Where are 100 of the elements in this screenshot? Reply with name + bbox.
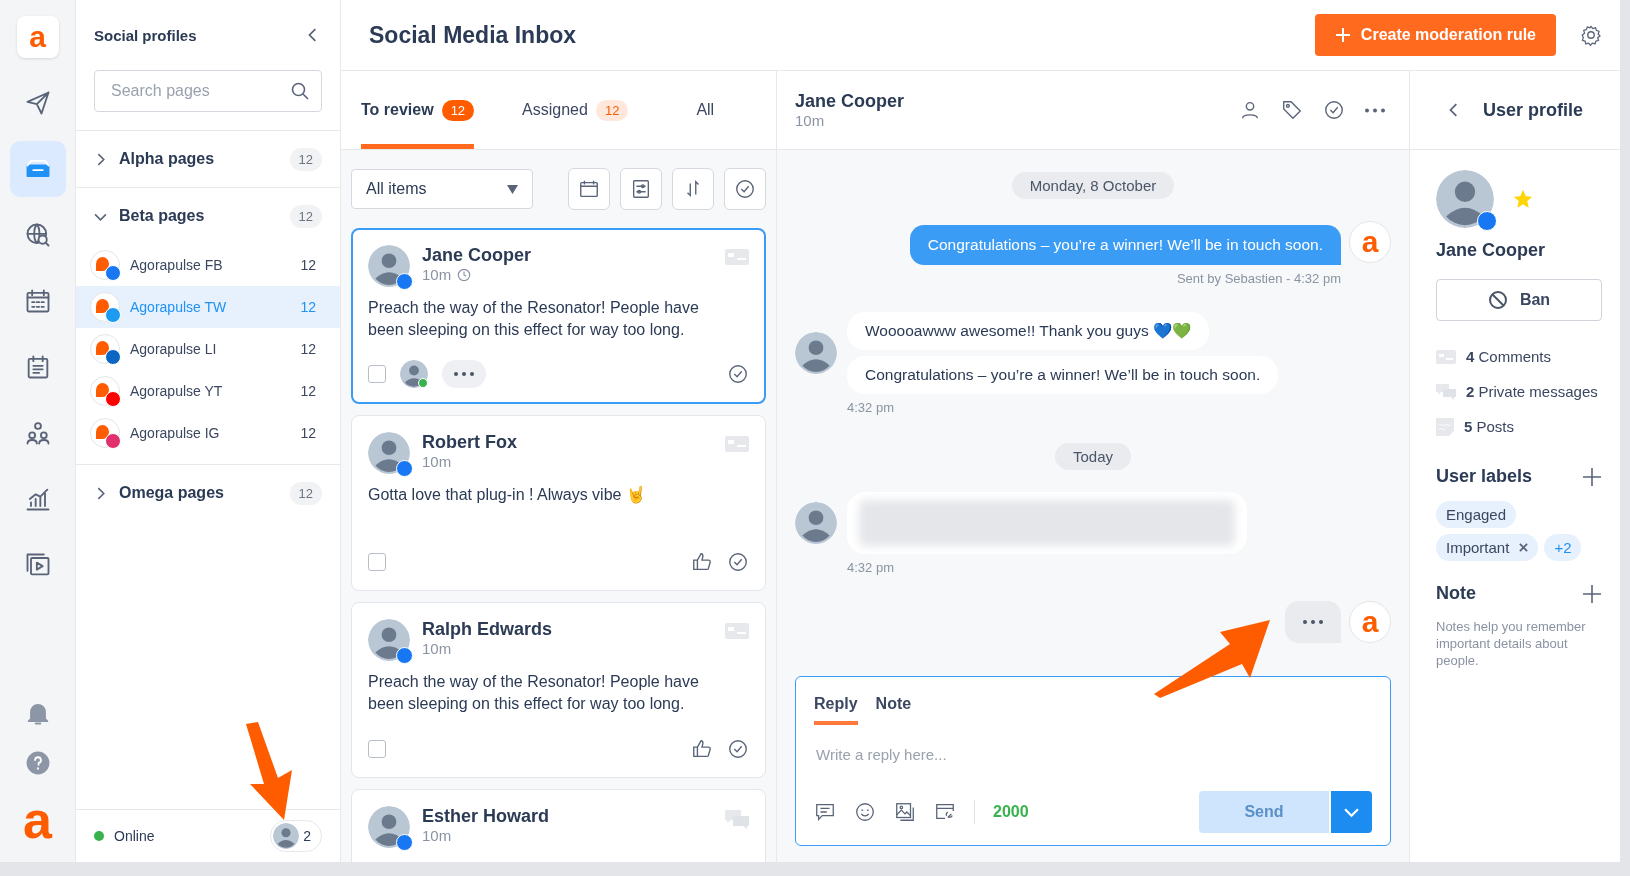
panel-title: Social profiles	[94, 26, 197, 44]
checkbox[interactable]	[368, 740, 386, 758]
note-hint: Notes help you remember important details about people.	[1436, 618, 1587, 669]
message-time: 4:32 pm	[847, 560, 894, 575]
message-meta: Sent by Sebastien - 4:32 pm	[1176, 271, 1341, 286]
page-item[interactable]: Agorapulse LI 12	[76, 328, 340, 370]
user-name: Jane Cooper	[1436, 240, 1547, 261]
author-name: Jane Cooper	[422, 245, 533, 266]
status-label: Online	[114, 828, 156, 844]
date-separator: Monday, 8 October	[1011, 172, 1175, 199]
page-avatar-icon	[90, 250, 120, 280]
post-card[interactable]: Ralph Edwards 10m Preach the way of the Resonator! People have been sleeping on this effect for way too long.	[351, 602, 766, 778]
remove-icon[interactable]	[1519, 543, 1529, 552]
post-text: Preach the way of the Resonator! People have been sleeping on this effect for way too long.	[368, 298, 700, 340]
tab[interactable]: All	[696, 71, 715, 149]
star-icon[interactable]	[1512, 188, 1534, 210]
saved-replies-icon[interactable]	[814, 801, 836, 823]
image-icon[interactable]	[894, 801, 916, 823]
search-field[interactable]: Search pages	[94, 70, 322, 112]
author-name: Robert Fox	[422, 432, 518, 453]
avatar-placeholder	[795, 501, 837, 544]
tab[interactable]: Assigned 12	[522, 71, 629, 149]
more-icon[interactable]	[1365, 107, 1385, 113]
section-title: Note	[1436, 583, 1476, 604]
caret-icon[interactable]	[507, 184, 518, 194]
post-card[interactable]: Esther Howard 10m	[351, 789, 766, 862]
check-circle-icon[interactable]	[1323, 99, 1345, 121]
filter-settings-icon[interactable]	[620, 168, 662, 210]
facebook-badge-icon	[396, 647, 413, 664]
post-time: 10m	[422, 827, 452, 844]
checkbox[interactable]	[368, 553, 386, 571]
stat-count: 5 Posts	[1464, 418, 1515, 435]
sent-message: Congratulations – you’re a winner! We’ll be in touch soon.	[909, 225, 1341, 265]
group-header[interactable]: Omega pages 12	[76, 465, 340, 521]
chat-bubbles-icon	[1436, 383, 1456, 400]
settings-icon[interactable]	[1580, 24, 1602, 46]
panel-title: User profile	[1483, 99, 1583, 121]
page-item[interactable]: Agorapulse YT 12	[76, 370, 340, 412]
filter-dropdown[interactable]: All items	[351, 169, 533, 209]
message-time: 4:32 pm	[847, 400, 894, 415]
group-header[interactable]: Beta pages 12	[76, 188, 340, 244]
page-avatar-icon	[90, 418, 120, 448]
check-circle-icon[interactable]	[727, 363, 749, 385]
avatar-placeholder	[795, 331, 837, 374]
avatar-placeholder	[1436, 170, 1494, 228]
received-message: Wooooawww awesome!! Thank you guys 💙💚	[847, 312, 1210, 350]
more-icon[interactable]	[442, 360, 486, 388]
comment-type-icon	[725, 623, 749, 639]
post-time: 10m	[422, 453, 452, 470]
group-header[interactable]: Alpha pages 12	[76, 131, 340, 187]
user-icon[interactable]	[1239, 99, 1261, 121]
add-icon[interactable]	[1582, 583, 1602, 604]
plus-icon	[1334, 27, 1351, 43]
user-label[interactable]: Important	[1436, 534, 1539, 561]
send-options-icon[interactable]	[1330, 791, 1372, 833]
section-title: User labels	[1436, 466, 1533, 487]
contact-time: 10m	[795, 112, 826, 129]
author-name: Ralph Edwards	[422, 619, 554, 640]
character-counter: 2000	[993, 803, 1029, 821]
post-card[interactable]: Robert Fox 10m Gotta love that plug-in ! Always vibe 🤘	[351, 415, 766, 591]
tab[interactable]: To review 12	[361, 71, 475, 149]
brand-avatar: a	[1349, 601, 1391, 643]
add-icon[interactable]	[1582, 466, 1602, 487]
facebook-badge-icon	[1477, 211, 1497, 231]
nav-item[interactable]	[9, 141, 66, 197]
facebook-badge-icon	[396, 273, 413, 290]
comment-type-icon	[725, 249, 749, 265]
stat-count: 4 Comments	[1466, 348, 1552, 365]
contact-name: Jane Cooper	[795, 91, 906, 112]
post-time: 10m	[422, 266, 452, 283]
user-label[interactable]: Engaged	[1436, 501, 1517, 528]
page-avatar-icon	[90, 376, 120, 406]
date-separator: Today	[1055, 443, 1131, 470]
search-icon[interactable]	[290, 81, 310, 101]
checkbox[interactable]	[368, 365, 386, 383]
calendar-icon[interactable]	[568, 168, 610, 210]
thumbs-up-icon[interactable]	[691, 738, 713, 760]
avatar-placeholder	[273, 823, 300, 849]
online-status-dot	[418, 378, 428, 388]
tag-icon[interactable]	[1281, 99, 1303, 121]
post-time: 10m	[422, 640, 452, 657]
chat-bubbles-icon	[725, 810, 749, 830]
ban-button[interactable]: Ban	[1436, 279, 1602, 321]
page-item[interactable]: Agorapulse IG 12	[76, 412, 340, 454]
check-circle-icon[interactable]	[727, 738, 749, 760]
check-circle-icon[interactable]	[727, 551, 749, 573]
composer-tab[interactable]: Note	[875, 695, 912, 725]
page-item[interactable]: Agorapulse FB 12	[76, 244, 340, 286]
page-avatar-icon	[90, 292, 120, 322]
brand-avatar: a	[1349, 221, 1391, 263]
received-message: Congratulations – you’re a winner! We’ll be in touch soon.	[847, 356, 1279, 394]
thumbs-up-icon[interactable]	[691, 551, 713, 573]
typing-indicator	[1285, 601, 1341, 643]
author-name: Esther Howard	[422, 806, 551, 827]
comment-icon	[1436, 349, 1456, 364]
post-text: Preach the way of the Resonator! People have been sleeping on this effect for way too long.	[368, 672, 700, 714]
post-card[interactable]: Jane Cooper 10m Preach the way of the Resonator! People have been sleeping on this effect for way too long.	[351, 228, 766, 404]
emoji-icon[interactable]	[854, 801, 876, 823]
composer-tab[interactable]: Reply	[814, 695, 858, 725]
stat-count: 2 Private messages	[1466, 383, 1598, 400]
